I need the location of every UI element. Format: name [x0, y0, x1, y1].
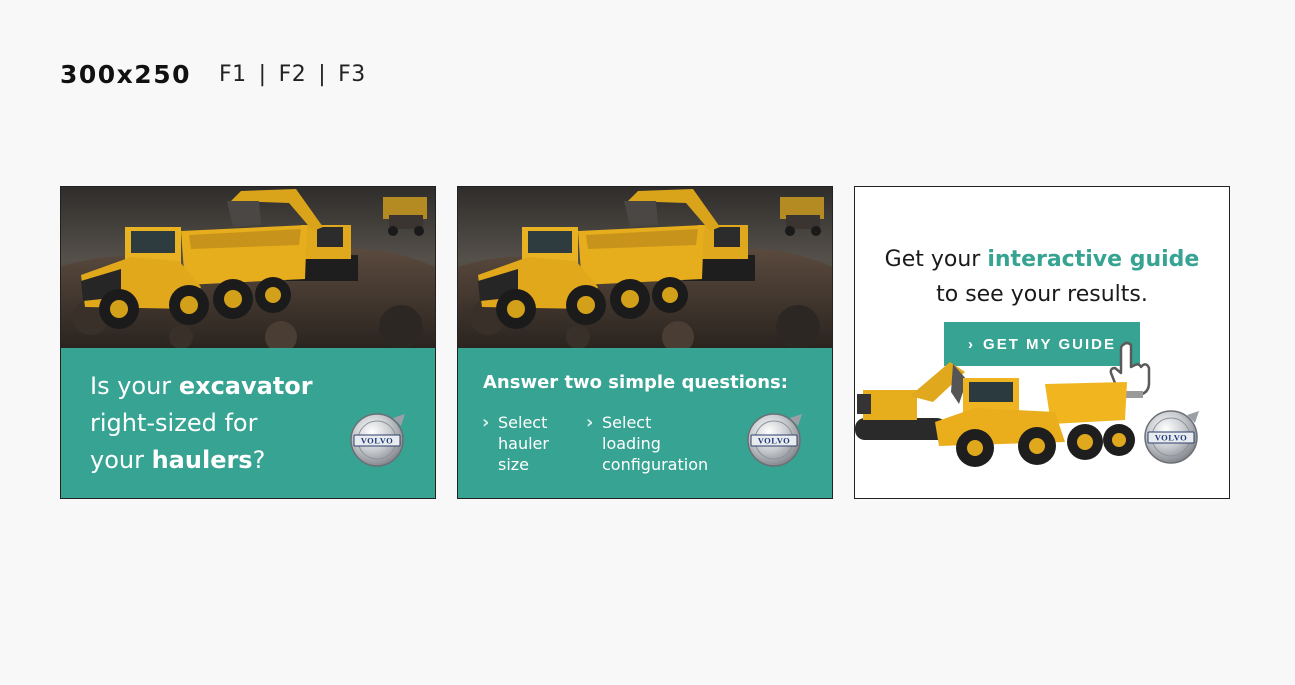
chevron-right-icon: › [482, 412, 490, 433]
question-item-loading-configuration: › Select loading configuration [586, 412, 708, 475]
question-line: hauler [498, 434, 549, 453]
volvo-logo [747, 413, 803, 467]
headline-question-mark: ? [252, 446, 266, 474]
frame-separator: | [318, 61, 327, 87]
headline-line-2: right-sized for [90, 409, 258, 437]
ad-frame-2[interactable]: Answer two simple questions: › Select ha… [457, 186, 833, 499]
question-line: Select [498, 413, 548, 432]
hauler-excavator-photo [458, 187, 832, 348]
question-line: Select [602, 413, 652, 432]
headline-text: Get your [884, 247, 988, 272]
cta-label: GET MY GUIDE [983, 335, 1116, 353]
headline-text: Is your [90, 372, 179, 400]
machines-illustration [855, 362, 1135, 467]
volvo-logo [350, 413, 406, 467]
question-item-hauler-size: › Select hauler size [482, 412, 549, 475]
headline-bold-excavator: excavator [178, 372, 313, 400]
headline-bold-haulers: haulers [151, 446, 253, 474]
chevron-right-icon: › [968, 335, 976, 353]
volvo-logo [1144, 410, 1200, 464]
ad-frame-1[interactable]: Is your excavator right-sized for your h… [60, 186, 436, 499]
question-line: size [498, 455, 530, 474]
headline-text: your [90, 446, 152, 474]
cta-headline-line-1: Get your interactive guide [855, 247, 1229, 272]
teal-panel: Is your excavator right-sized for your h… [61, 348, 435, 498]
frame-label-2: F2 [278, 61, 307, 87]
ad-frame-3[interactable]: Get your interactive guide to see your r… [854, 186, 1230, 499]
frame-labels: F1 | F2 | F3 [219, 62, 366, 87]
frame-separator: | [258, 61, 267, 87]
question-line: configuration [602, 455, 709, 474]
hauler-excavator-photo [61, 187, 435, 348]
page-header: 300x250 F1 | F2 | F3 [60, 58, 366, 90]
frame-label-3: F3 [338, 61, 366, 87]
headline-highlight: interactive guide [987, 247, 1200, 272]
headline: Is your excavator right-sized for your h… [90, 368, 313, 479]
chevron-right-icon: › [586, 412, 594, 433]
frame-label-1: F1 [219, 61, 247, 87]
banner-size-label: 300x250 [60, 59, 191, 89]
question-line: loading [602, 434, 661, 453]
questions-title: Answer two simple questions: [483, 372, 788, 393]
teal-panel: Answer two simple questions: › Select ha… [458, 348, 832, 498]
cta-headline-line-2: to see your results. [936, 282, 1148, 307]
